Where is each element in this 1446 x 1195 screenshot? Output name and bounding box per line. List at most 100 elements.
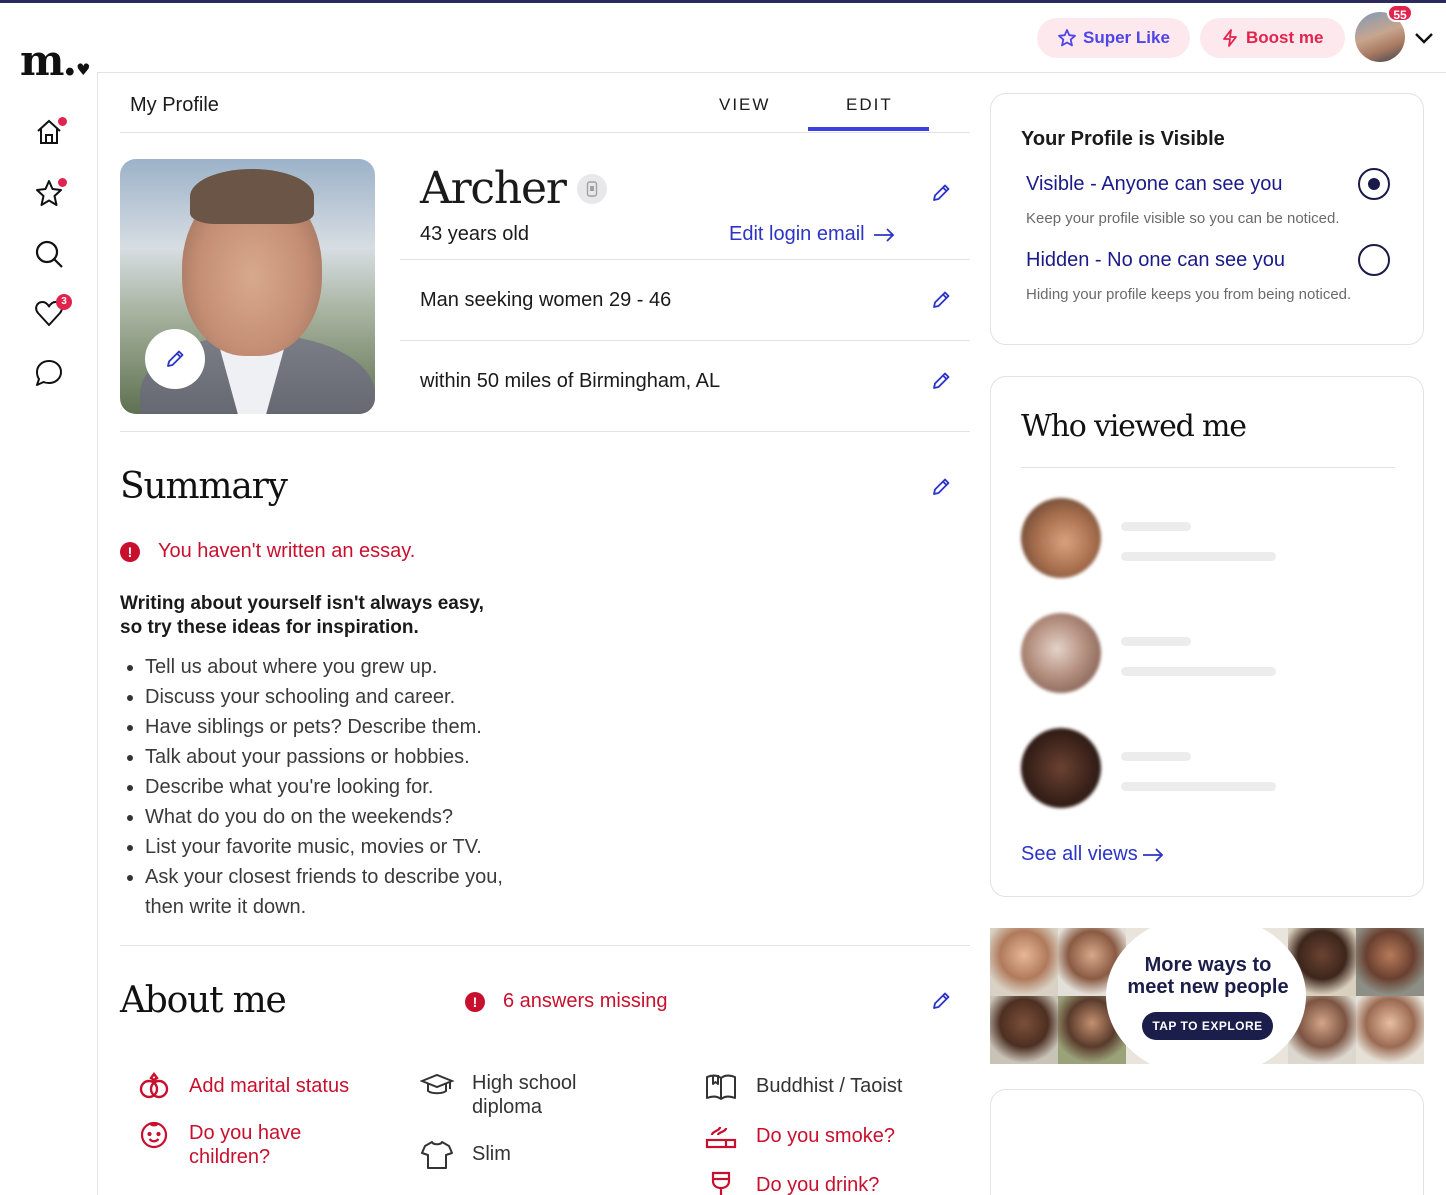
ideas-heading-line: so try these ideas for inspiration. (120, 617, 419, 638)
profile-row-divider (400, 340, 970, 341)
top-accent-line (0, 0, 1446, 3)
viewers-divider (1021, 467, 1395, 468)
viewer-avatar[interactable] (1021, 498, 1101, 578)
viewer-name-placeholder (1121, 752, 1191, 761)
viewer-detail-placeholder (1121, 552, 1276, 561)
ideas-heading: Writing about yourself isn't always easy… (120, 592, 540, 640)
phone-icon (586, 181, 598, 197)
about-item-marital-status[interactable]: Add marital status (137, 1072, 387, 1104)
visibility-card: Your Profile is Visible Visible - Anyone… (990, 93, 1424, 345)
hidden-option-description: Hiding your profile keeps you from being… (1026, 286, 1352, 303)
page-title: My Profile (130, 94, 219, 116)
pencil-icon (167, 350, 184, 367)
smoke-icon (705, 1126, 737, 1149)
edit-name-pencil-icon[interactable] (930, 182, 952, 204)
likes-nav-button[interactable]: 3 (34, 294, 72, 328)
search-icon (35, 240, 63, 268)
list-item: Ask your closest friends to describe you… (127, 862, 525, 922)
messages-nav-button[interactable] (34, 358, 64, 388)
boost-button[interactable]: Boost me (1200, 18, 1345, 58)
visible-option-description: Keep your profile visible so you can be … (1026, 210, 1340, 227)
about-alert[interactable]: ! 6 answers missing (465, 990, 668, 1013)
about-item-label: Do you smoke? (756, 1125, 895, 1147)
arrow-right-icon (873, 227, 894, 242)
see-all-views-link[interactable]: See all views (1021, 843, 1164, 866)
avatar-notification-badge: 55 (1387, 4, 1413, 22)
hidden-option-label[interactable]: Hidden - No one can see you (1026, 249, 1285, 272)
visibility-title: Your Profile is Visible (1021, 128, 1225, 150)
about-item-children[interactable]: Do you have children? (137, 1121, 337, 1169)
edit-seeking-pencil-icon[interactable] (930, 289, 952, 311)
profile-row-divider (400, 259, 970, 260)
about-item-partial[interactable] (137, 1182, 387, 1195)
viewer-name-placeholder (1121, 522, 1191, 531)
edit-about-pencil-icon[interactable] (930, 990, 952, 1012)
tab-edit[interactable]: EDIT (846, 95, 893, 115)
about-item-smoke[interactable]: Do you smoke? (704, 1124, 954, 1154)
viewer-detail-placeholder (1121, 782, 1276, 791)
viewer-avatar[interactable] (1021, 728, 1101, 808)
explore-banner[interactable]: More ways to meet new people TAP TO EXPL… (990, 928, 1424, 1064)
about-item-label: High school diploma (472, 1072, 577, 1118)
viewer-detail-placeholder (1121, 667, 1276, 676)
tabs-divider (120, 132, 970, 133)
list-item: Talk about your passions or hobbies. (127, 742, 545, 772)
edit-summary-pencil-icon[interactable] (930, 476, 952, 498)
about-item-label: Buddhist / Taoist (756, 1075, 903, 1097)
summary-alert-text: You haven't written an essay. (158, 540, 416, 562)
edit-login-email-link[interactable]: Edit login email (729, 223, 895, 246)
who-viewed-me-heading: Who viewed me (1021, 409, 1247, 444)
visible-option-label[interactable]: Visible - Anyone can see you (1026, 173, 1282, 196)
alert-icon: ! (465, 991, 485, 1012)
chevron-down-icon[interactable] (1413, 27, 1435, 49)
about-alert-text: 6 answers missing (503, 990, 668, 1012)
banner-photo (1356, 928, 1424, 996)
tap-to-explore-button[interactable]: TAP TO EXPLORE (1142, 1012, 1273, 1040)
photo-hair (190, 169, 314, 224)
header-divider (98, 72, 1446, 73)
baby-icon (140, 1121, 168, 1149)
active-tab-indicator (808, 127, 929, 131)
about-item-body-type[interactable]: Slim (420, 1141, 640, 1172)
edit-location-pencil-icon[interactable] (930, 370, 952, 392)
super-like-button[interactable]: Super Like (1037, 18, 1190, 58)
section-divider (120, 945, 970, 946)
book-icon (706, 1074, 736, 1100)
see-all-views-label: See all views (1021, 843, 1138, 865)
list-item: Describe what you're looking for. (127, 772, 545, 802)
seeking-text: Man seeking women 29 - 46 (420, 289, 672, 311)
home-nav-button[interactable] (34, 117, 67, 147)
summary-heading: Summary (120, 466, 288, 507)
rings-icon (139, 1072, 169, 1099)
about-item-label: Do you have children? (189, 1122, 302, 1168)
about-item-education[interactable]: High school diploma (420, 1071, 640, 1119)
about-item-label: Do you drink? (756, 1174, 880, 1195)
likes-count-badge: 3 (56, 294, 72, 310)
viewer-avatar[interactable] (1021, 613, 1101, 693)
arrow-right-icon (1142, 847, 1163, 862)
visible-radio[interactable] (1358, 168, 1390, 200)
phone-verify-icon[interactable] (577, 174, 607, 204)
super-like-label: Super Like (1083, 28, 1170, 47)
summary-alert[interactable]: ! You haven't written an essay. (120, 540, 415, 563)
banner-headline: More ways to meet new people (1110, 954, 1306, 998)
hidden-radio[interactable] (1358, 244, 1390, 276)
edit-photo-button[interactable] (145, 329, 205, 389)
banner-headline-line: meet new people (1127, 976, 1289, 998)
list-item: List your favorite music, movies or TV. (127, 832, 545, 862)
banner-photo (1356, 996, 1424, 1064)
tab-view[interactable]: VIEW (719, 95, 770, 115)
lightning-icon (1223, 29, 1237, 47)
graduation-cap-icon (420, 1073, 454, 1095)
boost-label: Boost me (1246, 28, 1324, 47)
home-notification-dot (58, 117, 67, 126)
about-item-religion[interactable]: Buddhist / Taoist (704, 1074, 954, 1104)
search-nav-button[interactable] (34, 239, 64, 269)
wine-glass-icon (711, 1171, 731, 1195)
ideas-heading-line: Writing about yourself isn't always easy… (120, 593, 484, 614)
bottom-card (990, 1089, 1424, 1195)
about-item-drink[interactable]: Do you drink? (704, 1171, 954, 1195)
favorites-nav-button[interactable] (34, 178, 67, 208)
profile-age: 43 years old (420, 223, 529, 245)
section-divider (120, 431, 970, 432)
